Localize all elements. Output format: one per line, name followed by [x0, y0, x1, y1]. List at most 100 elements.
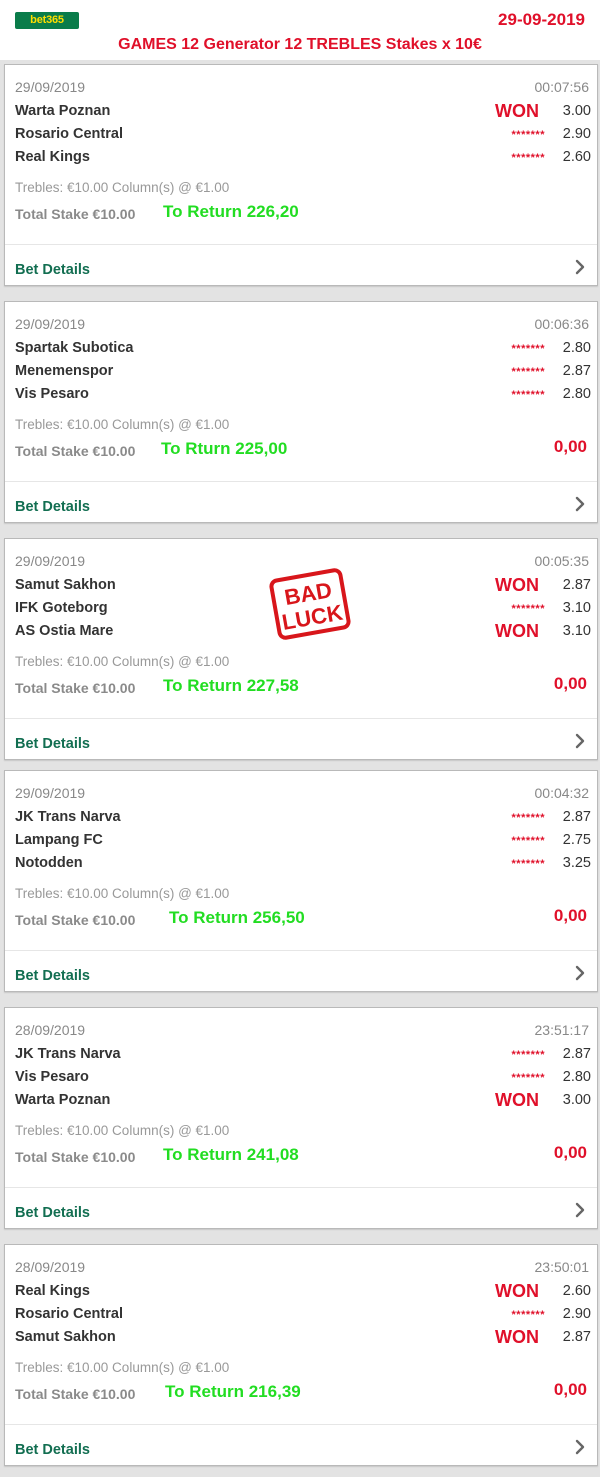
selection-result: WON — [495, 1327, 539, 1347]
selection-row: Rosario Central ******* 2.90 — [15, 125, 591, 147]
team-name: Vis Pesaro — [15, 1069, 89, 1085]
bet-details-link[interactable]: Bet Details — [15, 736, 90, 752]
final-return: 0,00 — [553, 674, 587, 693]
final-return: 0,00 — [553, 906, 587, 925]
selection-result: ******* — [511, 1072, 545, 1084]
divider — [5, 950, 597, 951]
page-header: bet365 29-09-2019 GAMES 12 Generator 12 … — [0, 0, 600, 60]
team-name: JK Trans Narva — [15, 809, 121, 825]
selection-odds: 2.90 — [562, 1306, 591, 1322]
team-name: JK Trans Narva — [15, 1046, 121, 1062]
chevron-right-icon[interactable] — [573, 732, 587, 750]
to-return: To Rturn 225,00 — [161, 439, 288, 458]
selection-odds: 2.87 — [562, 1329, 591, 1345]
bet-time: 23:51:17 — [534, 1022, 590, 1038]
to-return: To Return 227,58 — [163, 676, 299, 695]
selection-row: Notodden ******* 3.25 — [15, 854, 591, 876]
bet-date: 29/09/2019 — [15, 553, 86, 569]
chevron-right-icon[interactable] — [573, 258, 587, 276]
selection-odds: 2.60 — [562, 1283, 591, 1299]
selection-result: ******* — [511, 1049, 545, 1061]
trebles-info: Trebles: €10.00 Column(s) @ €1.00 — [15, 654, 230, 669]
selection-row: Warta Poznan WON 3.00 — [15, 101, 591, 124]
divider — [5, 1424, 597, 1425]
selection-result: ******* — [511, 835, 545, 847]
selection-odds: 3.25 — [562, 855, 591, 871]
bet-date: 28/09/2019 — [15, 1022, 86, 1038]
selection-result: ******* — [511, 152, 545, 164]
team-name: Vis Pesaro — [15, 386, 89, 402]
selection-result: WON — [495, 101, 539, 121]
final-return: 0,00 — [553, 437, 587, 456]
bet-time: 00:07:56 — [534, 79, 590, 95]
selection-odds: 2.80 — [562, 1069, 591, 1085]
selection-row: Vis Pesaro ******* 2.80 — [15, 1068, 591, 1090]
bet-time: 00:06:36 — [534, 316, 590, 332]
team-name: Spartak Subotica — [15, 340, 134, 356]
to-return: To Return 216,39 — [165, 1382, 301, 1401]
team-name: Real Kings — [15, 149, 90, 165]
bet-date: 28/09/2019 — [15, 1259, 86, 1275]
bet-card: 28/09/2019 23:50:01 Real Kings WON 2.60 R… — [4, 1244, 598, 1466]
selection-result: WON — [495, 1090, 539, 1110]
team-name: Warta Poznan — [15, 103, 111, 119]
bet-details-link[interactable]: Bet Details — [15, 1205, 90, 1221]
chevron-right-icon[interactable] — [573, 964, 587, 982]
selection-row: Real Kings WON 2.60 — [15, 1281, 591, 1304]
selection-odds: 2.80 — [562, 340, 591, 356]
team-name: Lampang FC — [15, 832, 103, 848]
bet-details-link[interactable]: Bet Details — [15, 968, 90, 984]
total-stake: Total Stake €10.00 — [15, 1149, 136, 1165]
selection-row: Spartak Subotica ******* 2.80 — [15, 339, 591, 361]
team-name: Menemenspor — [15, 363, 114, 379]
bet-details-link[interactable]: Bet Details — [15, 499, 90, 515]
selection-row: JK Trans Narva ******* 2.87 — [15, 1045, 591, 1067]
selection-odds: 2.87 — [562, 809, 591, 825]
bet-details-link[interactable]: Bet Details — [15, 1442, 90, 1458]
team-name: Rosario Central — [15, 126, 123, 142]
bet-card: 29/09/2019 00:05:35 Samut Sakhon WON 2.87… — [4, 538, 598, 760]
header-date: 29-09-2019 — [498, 10, 585, 29]
chevron-right-icon[interactable] — [573, 1201, 587, 1219]
team-name: Notodden — [15, 855, 83, 871]
selection-odds: 3.00 — [562, 1092, 591, 1108]
final-return: 0,00 — [553, 1143, 587, 1162]
selection-odds: 2.75 — [562, 832, 591, 848]
selection-odds: 2.87 — [562, 363, 591, 379]
selection-odds: 3.10 — [562, 600, 591, 616]
selection-result: WON — [495, 621, 539, 641]
selection-result: ******* — [511, 858, 545, 870]
team-name: Real Kings — [15, 1283, 90, 1299]
team-name: Samut Sakhon — [15, 1329, 116, 1345]
selection-odds: 2.90 — [562, 126, 591, 142]
bet-time: 23:50:01 — [534, 1259, 590, 1275]
total-stake: Total Stake €10.00 — [15, 680, 136, 696]
selection-row: Warta Poznan WON 3.00 — [15, 1090, 591, 1113]
bet-details-link[interactable]: Bet Details — [15, 262, 90, 278]
trebles-info: Trebles: €10.00 Column(s) @ €1.00 — [15, 180, 230, 195]
selection-odds: 2.87 — [562, 1046, 591, 1062]
divider — [5, 244, 597, 245]
bet-date: 29/09/2019 — [15, 316, 86, 332]
selection-result: ******* — [511, 603, 545, 615]
selection-row: Menemenspor ******* 2.87 — [15, 362, 591, 384]
bet-date: 29/09/2019 — [15, 79, 86, 95]
bad-luck-stamp: BAD LUCK — [267, 566, 353, 642]
selection-odds: 3.00 — [562, 103, 591, 119]
selection-row: Real Kings ******* 2.60 — [15, 148, 591, 170]
divider — [5, 718, 597, 719]
selection-result: WON — [495, 1281, 539, 1301]
chevron-right-icon[interactable] — [573, 1438, 587, 1456]
divider — [5, 1187, 597, 1188]
divider — [5, 481, 597, 482]
selection-result: ******* — [511, 366, 545, 378]
trebles-info: Trebles: €10.00 Column(s) @ €1.00 — [15, 417, 230, 432]
selection-row: Samut Sakhon WON 2.87 — [15, 1327, 591, 1350]
trebles-info: Trebles: €10.00 Column(s) @ €1.00 — [15, 1360, 230, 1375]
bet-card: 29/09/2019 00:04:32 JK Trans Narva ******… — [4, 770, 598, 992]
to-return: To Return 256,50 — [169, 908, 305, 927]
selection-odds: 2.80 — [562, 386, 591, 402]
trebles-info: Trebles: €10.00 Column(s) @ €1.00 — [15, 1123, 230, 1138]
chevron-right-icon[interactable] — [573, 495, 587, 513]
selection-odds: 3.10 — [562, 623, 591, 639]
